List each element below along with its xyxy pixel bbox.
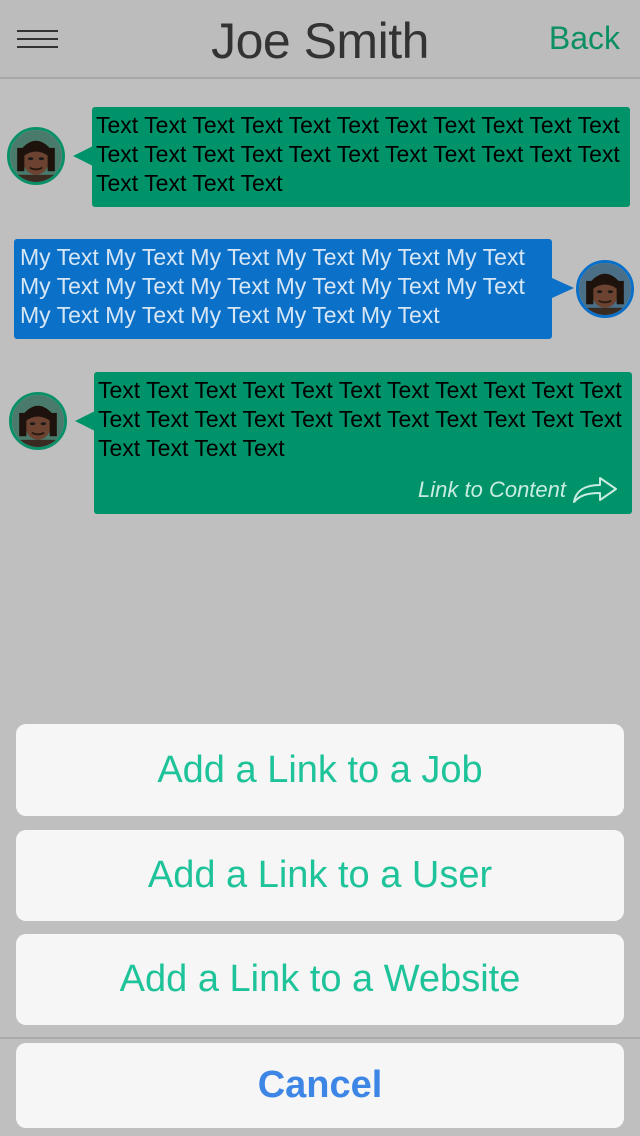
avatar[interactable] [7,127,65,185]
message-text: Text Text Text Text Text Text Text Text … [98,377,622,461]
back-button[interactable]: Back [549,20,620,57]
message-bubble-incoming[interactable]: Text Text Text Text Text Text Text Text … [92,107,630,207]
message-text: Text Text Text Text Text Text Text Text … [96,112,620,196]
divider [0,1037,640,1039]
nav-bar: Joe Smith Back [0,0,640,79]
bubble-tail [552,278,574,298]
share-arrow-icon [573,476,617,503]
avatar[interactable] [9,392,67,450]
add-user-link-button[interactable]: Add a Link to a User [16,830,624,921]
link-label: Link to Content [418,477,566,502]
message-bubble-incoming[interactable]: Text Text Text Text Text Text Text Text … [94,372,632,514]
menu-icon[interactable] [17,30,58,48]
page-title: Joe Smith [211,13,429,69]
message-text: My Text My Text My Text My Text My Text … [20,244,525,328]
bubble-tail [75,411,95,431]
option-label: Add a Link to a Job [157,748,483,791]
avatar[interactable] [576,260,634,318]
option-label: Add a Link to a Website [119,958,521,1000]
cancel-button[interactable]: Cancel [16,1043,624,1128]
bubble-tail [73,146,93,166]
cancel-label: Cancel [257,1064,383,1106]
link-to-content[interactable]: Link to Content [418,475,618,504]
add-website-link-button[interactable]: Add a Link to a Website [16,934,624,1025]
option-label: Add a Link to a User [147,854,493,896]
message-bubble-outgoing[interactable]: My Text My Text My Text My Text My Text … [14,239,552,339]
add-job-link-button[interactable]: Add a Link to a Job [16,724,624,816]
